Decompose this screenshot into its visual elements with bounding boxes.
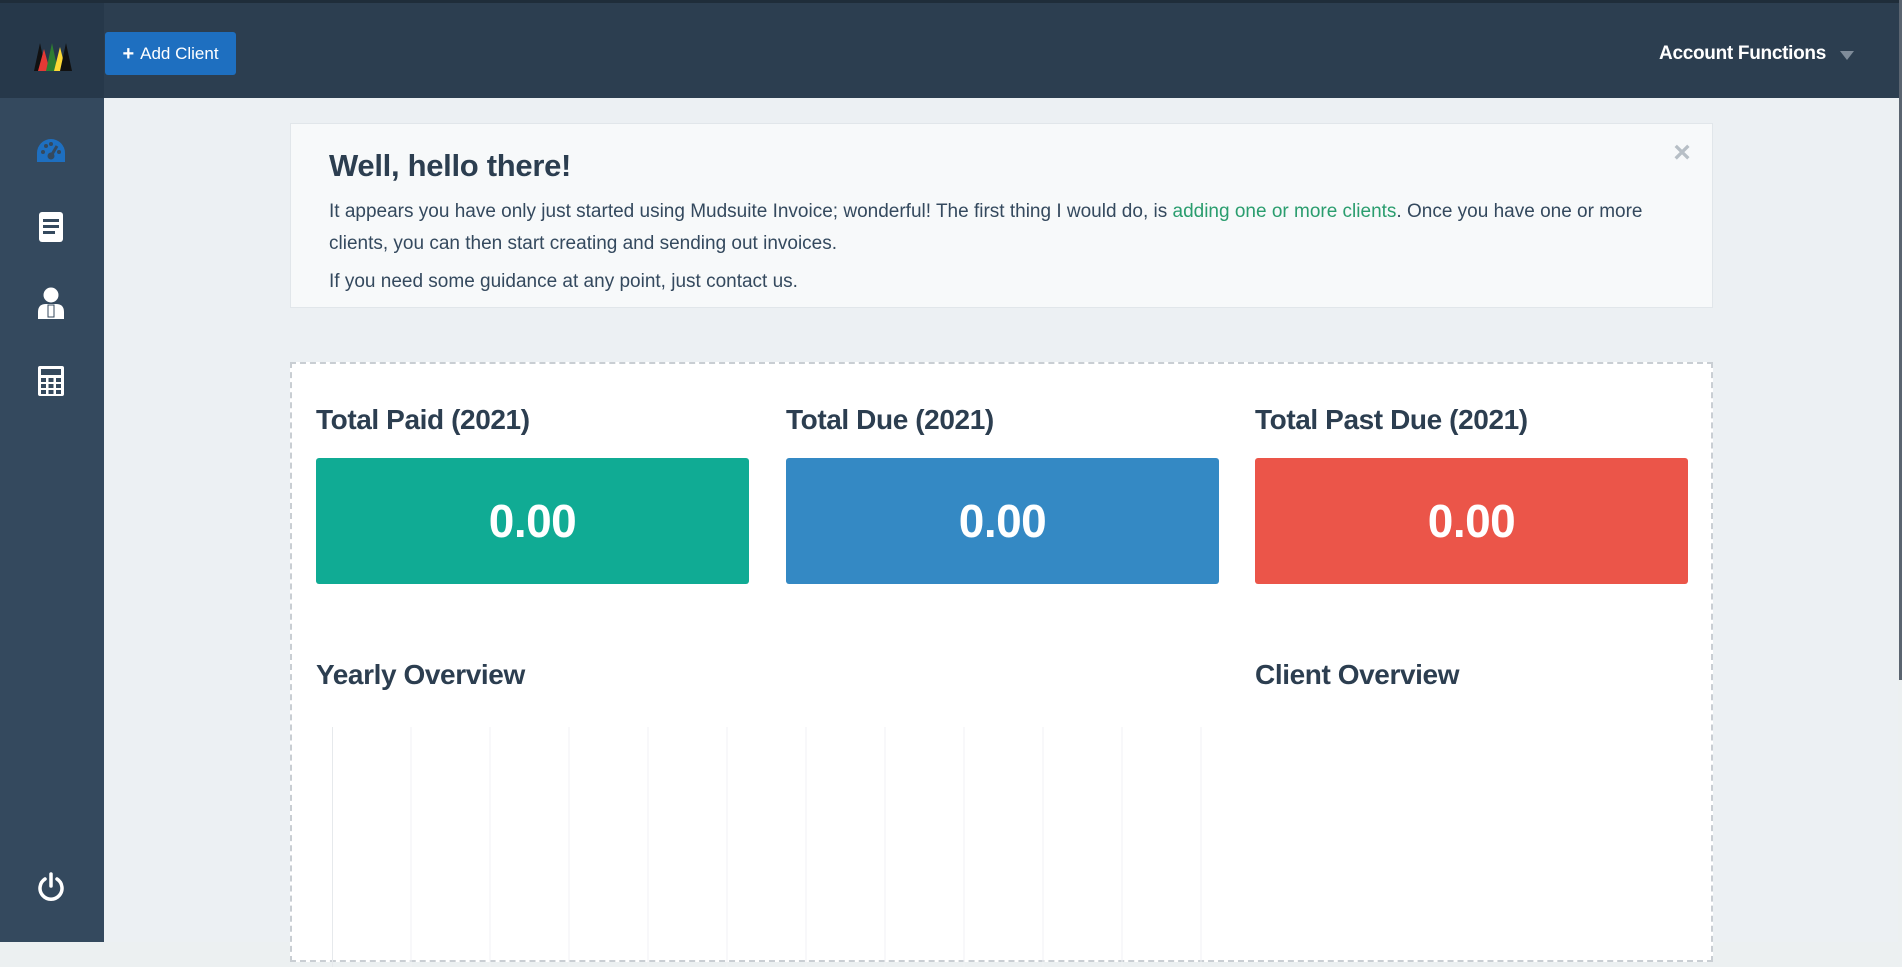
plus-icon: + <box>122 42 135 65</box>
clients-icon <box>38 287 64 319</box>
total-past-due-value: 0.00 <box>1427 495 1516 547</box>
welcome-alert: Well, hello there! It appears you have o… <box>290 123 1713 308</box>
sidebar-item-clients[interactable] <box>34 286 68 320</box>
dashboard-panel: Total Paid (2021) Total Due (2021) Total… <box>290 362 1713 967</box>
yearly-overview-chart-grid <box>332 727 1202 967</box>
account-functions-dropdown[interactable]: Account Functions <box>1659 41 1854 67</box>
sidebar-item-invoices[interactable] <box>34 210 68 244</box>
total-due-title: Total Due (2021) <box>786 404 994 435</box>
sidebar-item-calculator[interactable] <box>34 364 68 398</box>
welcome-title: Well, hello there! <box>329 148 572 183</box>
mudsuite-logo-icon <box>34 43 72 71</box>
close-icon[interactable]: × <box>1670 138 1694 168</box>
add-client-button[interactable]: + Add Client <box>105 32 236 75</box>
total-paid-box: 0.00 <box>316 458 749 584</box>
caret-down-icon <box>1840 50 1854 60</box>
client-overview-title: Client Overview <box>1255 659 1460 690</box>
top-navbar: + Add Client Account Functions <box>0 0 1902 101</box>
yearly-overview-title: Yearly Overview <box>316 659 525 690</box>
total-due-box: 0.00 <box>786 458 1219 584</box>
power-icon <box>38 872 64 901</box>
add-clients-link[interactable]: adding one or more clients <box>1173 201 1397 222</box>
welcome-text-before: It appears you have only just started us… <box>329 201 1173 222</box>
total-due-value: 0.00 <box>958 495 1047 547</box>
welcome-guidance: If you need some guidance at any point, … <box>329 271 798 292</box>
account-functions-label: Account Functions <box>1659 43 1826 64</box>
total-past-due-box: 0.00 <box>1255 458 1688 584</box>
total-paid-title: Total Paid (2021) <box>316 404 530 435</box>
total-paid-value: 0.00 <box>488 495 577 547</box>
sidebar-item-logout[interactable] <box>34 870 68 904</box>
welcome-message: It appears you have only just started us… <box>329 196 1649 260</box>
sidebar-item-dashboard[interactable] <box>34 134 68 168</box>
logo-container[interactable] <box>0 3 104 101</box>
invoice-icon <box>39 212 63 242</box>
main-content: Well, hello there! It appears you have o… <box>104 98 1898 967</box>
dashboard-icon <box>37 139 65 162</box>
total-past-due-title: Total Past Due (2021) <box>1255 404 1528 435</box>
sidebar <box>0 98 104 942</box>
add-client-label: Add Client <box>140 43 219 63</box>
calculator-icon <box>38 366 64 396</box>
